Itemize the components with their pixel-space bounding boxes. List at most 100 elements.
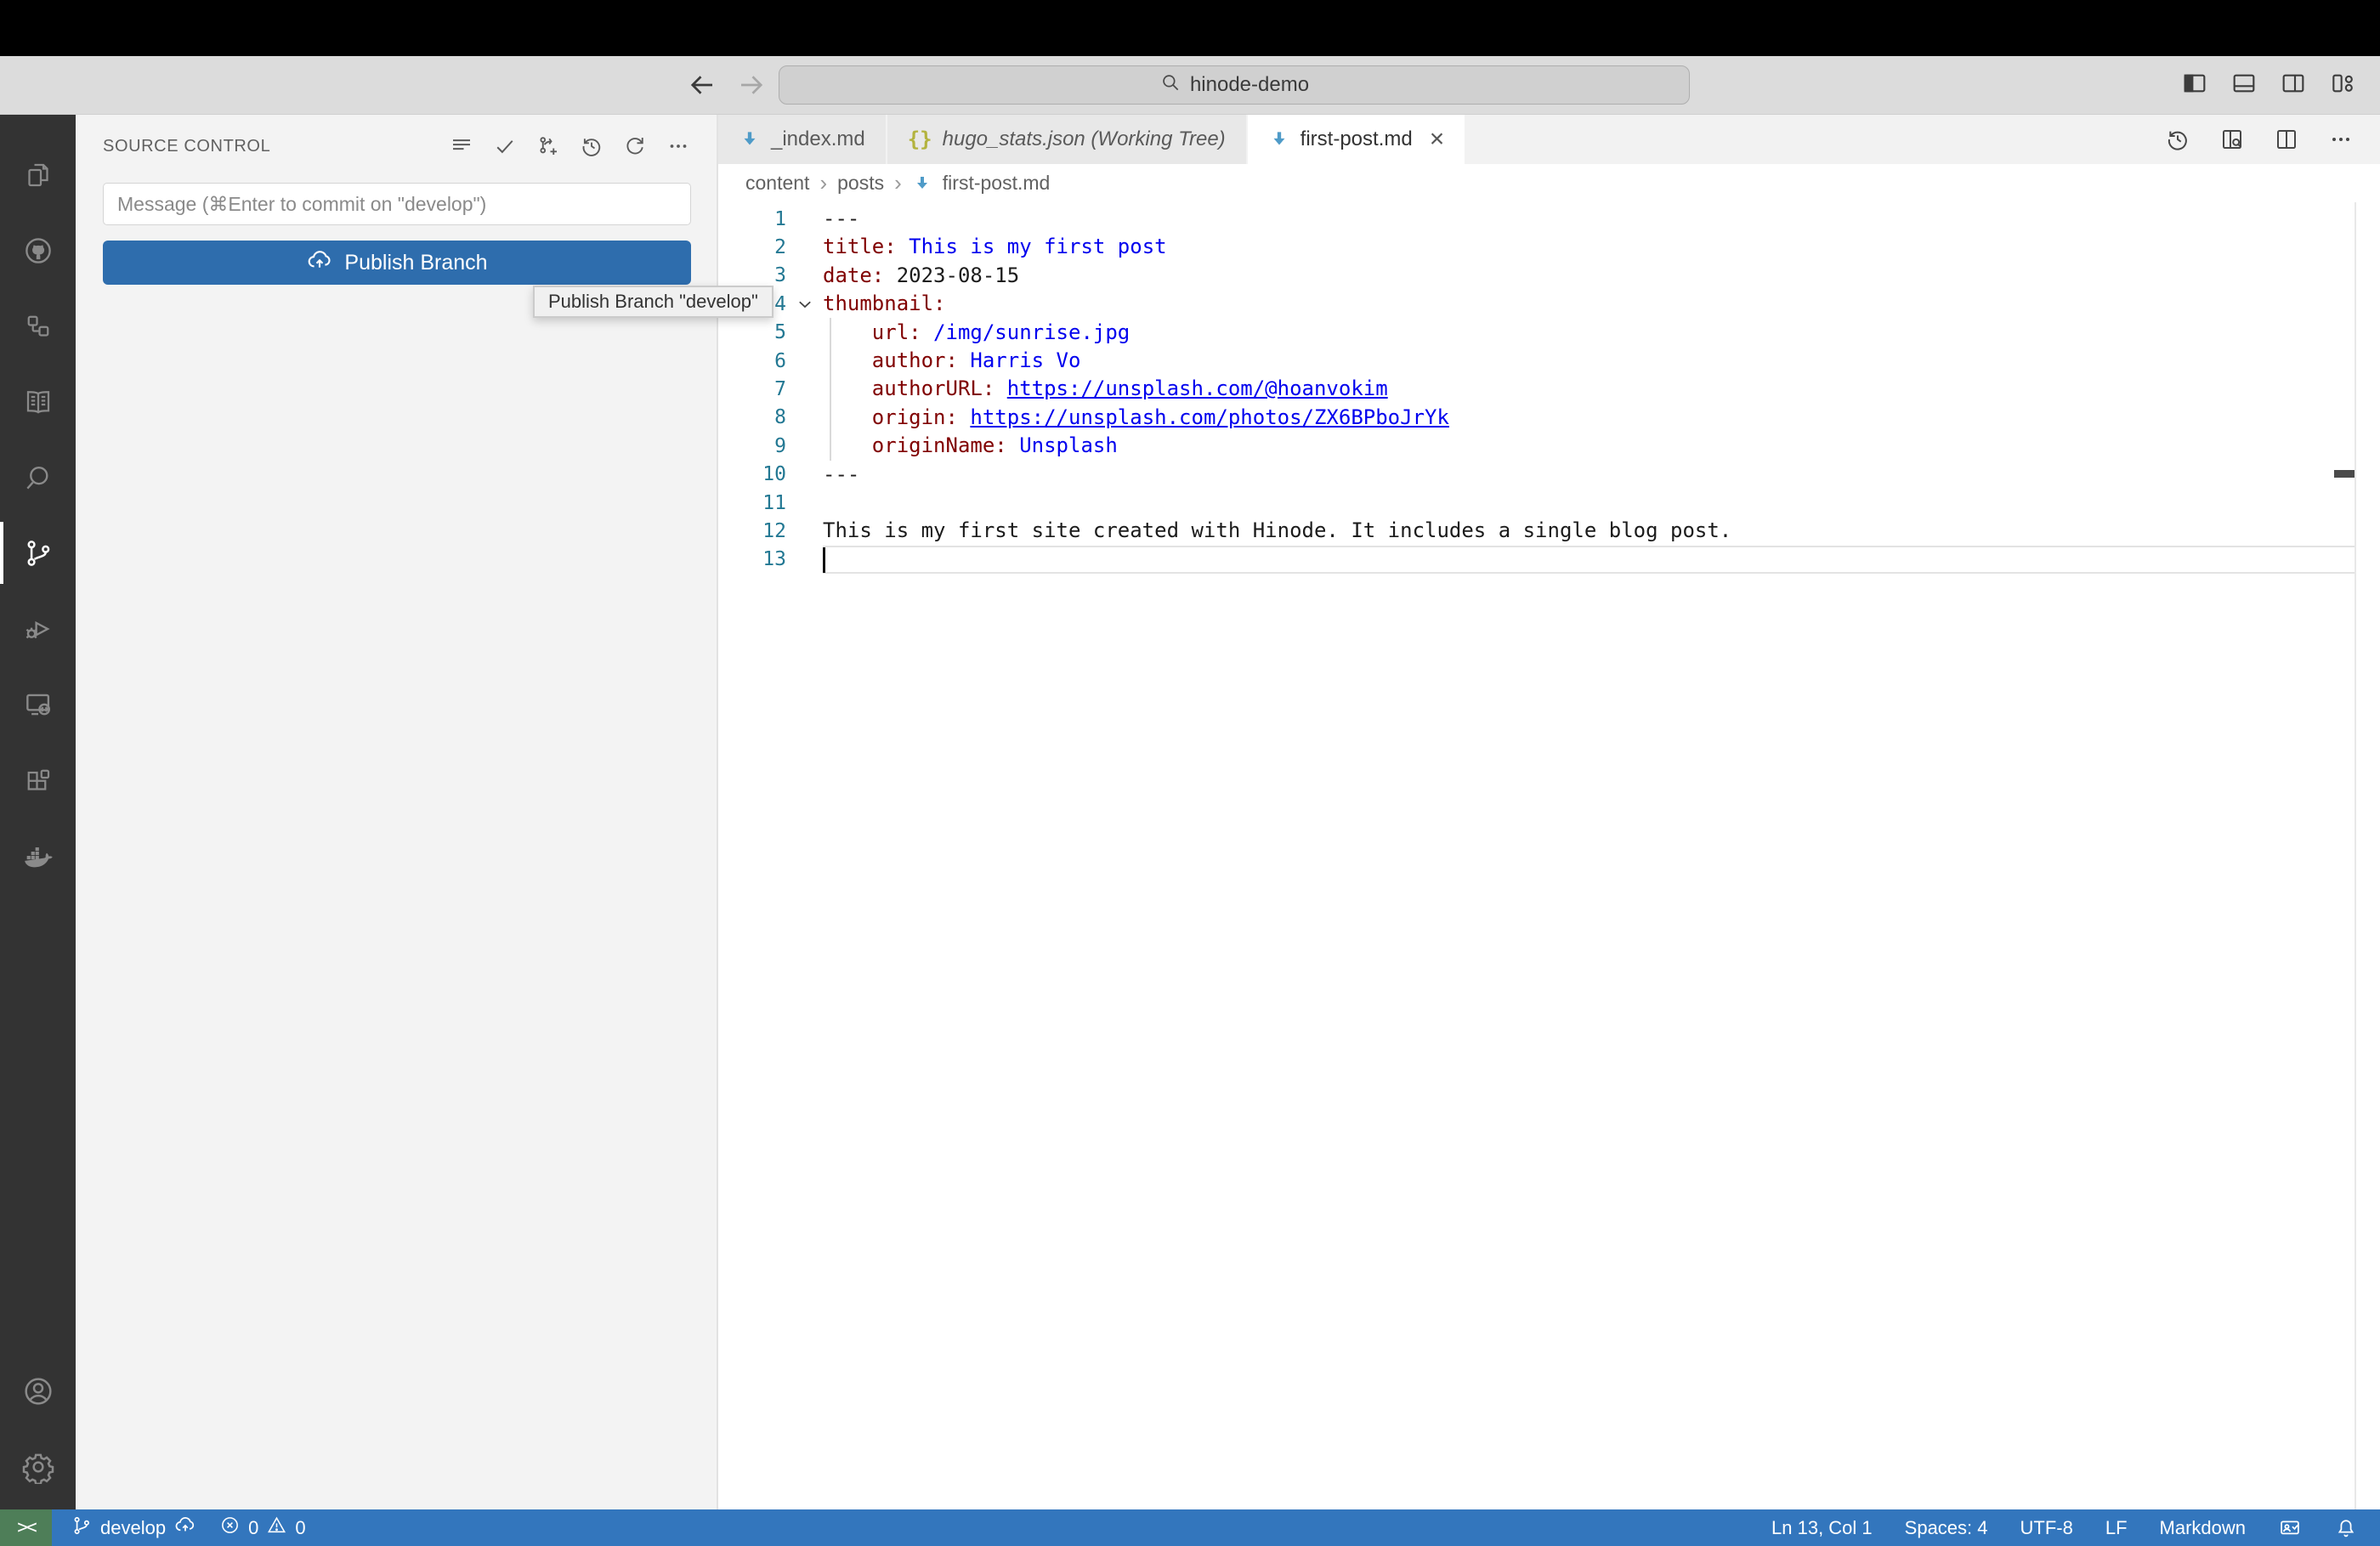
branch-status-item[interactable]: develop	[71, 1514, 197, 1543]
chevron-right-icon: ›	[819, 170, 828, 195]
run-debug-icon[interactable]	[0, 591, 76, 666]
indentation-status[interactable]: Spaces: 4	[1905, 1517, 1988, 1539]
warning-count: 0	[295, 1516, 306, 1538]
symbols-icon[interactable]	[0, 288, 76, 364]
customize-layout-icon[interactable]	[2329, 70, 2356, 101]
code-line[interactable]: originName: Unsplash	[823, 432, 2356, 460]
remote-indicator[interactable]: ><	[0, 1509, 52, 1546]
source-control-icon[interactable]	[0, 515, 76, 591]
sidebar-title: SOURCE CONTROL	[103, 136, 271, 156]
editor-group: _index.md {} hugo_stats.json (Working Tr…	[718, 115, 2380, 1509]
gutter-row: 7	[718, 375, 823, 403]
line-number: 3	[774, 264, 786, 287]
line-number: 6	[774, 349, 786, 372]
language-mode-status[interactable]: Markdown	[2160, 1517, 2246, 1539]
tab-index-md[interactable]: _index.md	[718, 115, 887, 164]
code-line[interactable]: This is my first site created with Hinod…	[823, 517, 2356, 545]
commit-check-icon[interactable]	[492, 133, 518, 159]
status-bar: >< develop 0 0 Ln 13, Col 1 Spaces: 4 UT…	[0, 1509, 2380, 1546]
eol-status[interactable]: LF	[2105, 1517, 2128, 1539]
account-icon[interactable]	[0, 1353, 76, 1429]
code-line[interactable]: url: /img/sunrise.jpg	[823, 319, 2356, 347]
gutter-row: 11	[718, 489, 823, 517]
toggle-panel-icon[interactable]	[2230, 70, 2258, 101]
nav-back-icon[interactable]	[687, 70, 717, 100]
tab-hugo-stats-json[interactable]: {} hugo_stats.json (Working Tree)	[887, 115, 1248, 164]
top-black-bar	[0, 0, 2380, 56]
line-number: 12	[762, 519, 786, 542]
editor-more-actions-icon[interactable]	[2327, 126, 2354, 153]
extensions-icon[interactable]	[0, 742, 76, 818]
problems-status-item[interactable]: 0 0	[219, 1515, 306, 1541]
code-editor[interactable]: 1 2 3 4 5 6 7 8 9 10 11 12 13 --- title: This is my f…	[718, 202, 2380, 1509]
editor-history-icon[interactable]	[2164, 126, 2191, 153]
overview-ruler[interactable]	[2334, 202, 2356, 1509]
git-branch-icon	[71, 1515, 93, 1542]
toggle-primary-sidebar-icon[interactable]	[2181, 70, 2208, 101]
breadcrumb: content › posts › first-post.md	[718, 164, 2380, 202]
open-preview-icon[interactable]	[2218, 126, 2246, 153]
fold-chevron-icon[interactable]	[786, 295, 823, 314]
code-line[interactable]: title: This is my first post	[823, 233, 2356, 261]
notifications-bell-icon[interactable]	[2334, 1516, 2358, 1540]
nav-forward-icon[interactable]	[736, 70, 767, 100]
code-lines: --- title: This is my first post date: 202…	[823, 205, 2356, 1509]
breadcrumb-file[interactable]: first-post.md	[943, 172, 1051, 195]
tab-first-post-md[interactable]: first-post.md ×	[1247, 115, 1467, 164]
code-line[interactable]: date: 2023-08-15	[823, 262, 2356, 290]
code-line[interactable]	[823, 546, 2356, 574]
code-line[interactable]: ---	[823, 461, 2356, 489]
cursor-position-status[interactable]: Ln 13, Col 1	[1771, 1517, 1873, 1539]
github-icon[interactable]	[0, 212, 76, 288]
code-line[interactable]: thumbnail:	[823, 290, 2356, 318]
source-control-sidebar: SOURCE CONTROL Message (⌘Enter to commit…	[76, 115, 718, 1509]
error-icon	[219, 1515, 241, 1541]
indent-guide	[830, 318, 831, 461]
explorer-icon[interactable]	[0, 137, 76, 212]
toggle-secondary-sidebar-icon[interactable]	[2280, 70, 2307, 101]
publish-branch-tooltip: Publish Branch "develop"	[533, 286, 774, 318]
code-line[interactable]	[823, 489, 2356, 517]
warning-icon	[266, 1515, 287, 1541]
tab-label: hugo_stats.json (Working Tree)	[942, 127, 1226, 150]
command-center-search[interactable]: hinode-demo	[779, 65, 1690, 105]
code-line[interactable]: ---	[823, 205, 2356, 233]
publish-branch-button[interactable]: Publish Branch	[103, 241, 691, 285]
cloud-upload-icon	[306, 246, 333, 280]
gutter-row: 12	[718, 517, 823, 545]
gutter-row: 13	[718, 546, 823, 574]
commit-message-input[interactable]	[103, 183, 691, 225]
line-number: 2	[774, 236, 786, 259]
code-line[interactable]: origin: https://unsplash.com/photos/ZX6B…	[823, 404, 2356, 432]
docs-book-icon[interactable]	[0, 364, 76, 439]
more-actions-icon[interactable]	[666, 133, 691, 159]
gutter-row: 8	[718, 404, 823, 432]
tab-label: first-post.md	[1300, 127, 1413, 150]
feedback-icon[interactable]	[2278, 1516, 2302, 1540]
encoding-status[interactable]: UTF-8	[2020, 1517, 2073, 1539]
gutter-row: 2	[718, 233, 823, 261]
gutter-row: 5	[718, 319, 823, 347]
code-line[interactable]: authorURL: https://unsplash.com/@hoanvok…	[823, 375, 2356, 403]
breadcrumb-folder[interactable]: content	[745, 172, 809, 195]
search-icon	[1159, 71, 1182, 99]
close-tab-icon[interactable]: ×	[1430, 127, 1445, 152]
code-line[interactable]: author: Harris Vo	[823, 347, 2356, 375]
search-sidebar-icon[interactable]	[0, 439, 76, 515]
create-branch-icon[interactable]	[536, 133, 561, 159]
breadcrumb-folder[interactable]: posts	[837, 172, 884, 195]
split-editor-icon[interactable]	[2273, 126, 2300, 153]
gutter-row: 6	[718, 347, 823, 375]
refresh-icon[interactable]	[622, 133, 648, 159]
history-icon[interactable]	[579, 133, 604, 159]
remote-explorer-icon[interactable]	[0, 666, 76, 742]
settings-gear-icon[interactable]	[0, 1429, 76, 1504]
editor-gutter: 1 2 3 4 5 6 7 8 9 10 11 12 13	[718, 205, 823, 1509]
docker-icon[interactable]	[0, 818, 76, 893]
line-number: 13	[762, 548, 786, 571]
json-file-icon: {}	[907, 127, 932, 151]
line-number: 10	[762, 463, 786, 486]
view-as-list-icon[interactable]	[449, 133, 474, 159]
line-number: 7	[774, 378, 786, 401]
cursor-position-marker	[2334, 470, 2354, 478]
